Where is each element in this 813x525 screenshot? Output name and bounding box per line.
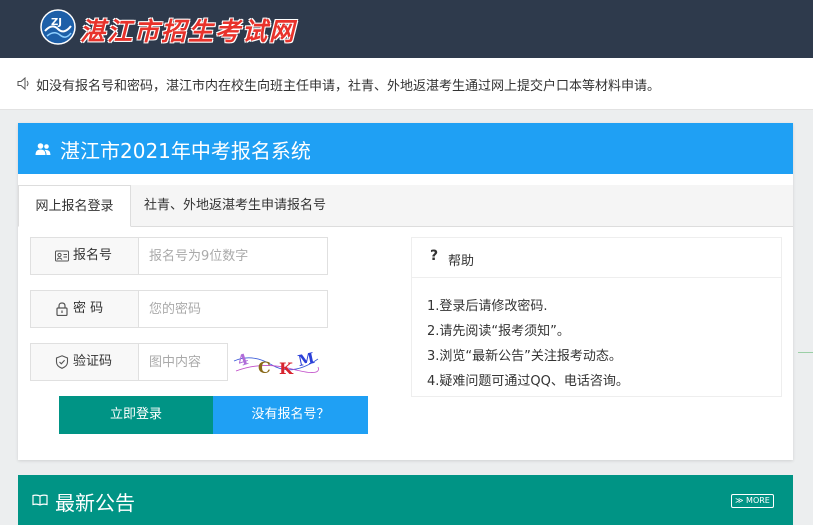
divider — [798, 352, 813, 353]
svg-text:K: K — [279, 359, 294, 378]
login-button[interactable]: 立即登录 — [59, 396, 213, 434]
tab-apply-reg-number[interactable]: 社青、外地返湛考生申请报名号 — [144, 185, 326, 227]
reg-number-label: 报名号 — [31, 238, 139, 274]
speaker-icon — [17, 77, 29, 90]
captcha-input[interactable] — [139, 344, 227, 380]
captcha-image[interactable]: 4 C K M — [232, 345, 320, 379]
captcha-label-text: 验证码 — [73, 354, 113, 369]
top-bar: ZJ 湛江市招生考试网 — [0, 0, 813, 58]
zj-emblem-icon[interactable]: ZJ — [40, 9, 76, 45]
book-icon — [32, 494, 48, 506]
notice-text: 如没有报名号和密码，湛江市内在校生向班主任申请，社青、外地返湛考生通过网上提交户… — [36, 79, 661, 94]
svg-text:M: M — [296, 349, 316, 370]
reg-number-label-text: 报名号 — [73, 248, 113, 263]
help-list: 1.登录后请修改密码. 2.请先阅读“报考须知”。 3.浏览“最新公告”关注报考… — [427, 294, 629, 394]
password-label: 密 码 — [31, 291, 139, 327]
help-item: 1.登录后请修改密码. — [427, 299, 548, 314]
notice-bar: 如没有报名号和密码，湛江市内在校生向班主任申请，社青、外地返湛考生通过网上提交户… — [0, 58, 813, 110]
more-button[interactable]: ≫ MORE — [731, 494, 774, 508]
password-input[interactable] — [139, 291, 327, 327]
svg-text:ZJ: ZJ — [51, 17, 62, 28]
help-box: ? 帮助 1.登录后请修改密码. 2.请先阅读“报考须知”。 3.浏览“最新公告… — [411, 237, 782, 397]
users-icon — [35, 143, 51, 155]
reg-number-input[interactable] — [139, 238, 327, 274]
help-header: ? 帮助 — [412, 238, 781, 278]
captcha-label: 验证码 — [31, 344, 139, 380]
reg-number-field: 报名号 — [30, 237, 328, 275]
latest-news-title: 最新公告 — [55, 491, 135, 515]
tab-online-login[interactable]: 网上报名登录 — [18, 185, 131, 227]
no-reg-number-button[interactable]: 没有报名号？ — [213, 396, 368, 434]
help-item: 2.请先阅读“报考须知”。 — [427, 324, 570, 339]
site-name-logo[interactable]: 湛江市招生考试网 — [80, 12, 296, 48]
latest-news-header: 最新公告 ≫ MORE — [18, 475, 793, 525]
captcha-field: 验证码 — [30, 343, 228, 381]
help-item: 4.疑难问题可通过QQ、电话咨询。 — [427, 374, 629, 389]
id-card-icon — [55, 250, 69, 262]
shield-icon — [55, 355, 69, 369]
help-item: 3.浏览“最新公告”关注报考动态。 — [427, 349, 622, 364]
password-label-text: 密 码 — [73, 301, 104, 316]
login-tabs: 网上报名登录 社青、外地返湛考生申请报名号 — [18, 185, 793, 227]
svg-text:4: 4 — [235, 350, 250, 370]
help-title: 帮助 — [448, 254, 475, 269]
svg-text:C: C — [258, 358, 271, 377]
lock-icon — [56, 302, 68, 316]
password-field: 密 码 — [30, 290, 328, 328]
panel-title: 湛江市2021年中考报名系统 — [60, 139, 311, 163]
registration-panel: 湛江市2021年中考报名系统 网上报名登录 社青、外地返湛考生申请报名号 报名号 — [18, 123, 793, 460]
panel-header: 湛江市2021年中考报名系统 — [18, 123, 793, 174]
question-icon: ? — [430, 248, 439, 264]
